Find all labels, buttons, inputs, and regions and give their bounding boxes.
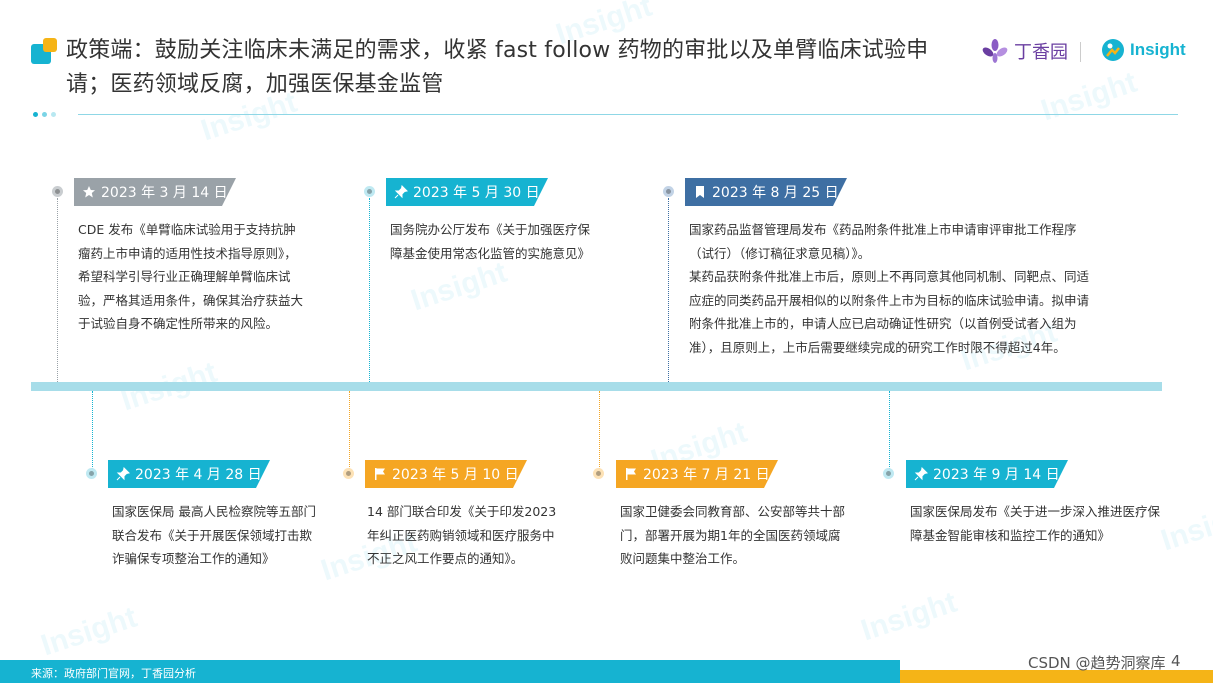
event-description: 国家医保局 最高人民检察院等五部门联合发布《关于开展医保领域打击欺诈骗保专项整治… (112, 504, 316, 566)
timeline-connector (369, 198, 370, 382)
watermark: Insight (857, 585, 961, 648)
star-icon (82, 185, 96, 199)
flower-icon (982, 39, 1008, 63)
event-description: 14 部门联合印发《关于印发2023年纠正医药购销领域和医疗服务中不正之风工作要… (367, 504, 557, 566)
date-tag: 2023 年 7 月 21 日 (616, 460, 778, 488)
event-description-line: 某药品获附条件批准上市后，原则上不再同意其他同机制、同靶点、同适应症的同类药品开… (689, 269, 1090, 355)
timeline-dot (663, 186, 674, 197)
date-tag: 2023 年 4 月 28 日 (108, 460, 270, 488)
brand-divider (1080, 42, 1081, 62)
date-tag: 2023 年 5 月 30 日 (386, 178, 548, 206)
date-label: 2023 年 7 月 21 日 (643, 467, 770, 483)
timeline-dot (86, 468, 97, 479)
insight-icon (1102, 39, 1124, 61)
flag-icon (624, 467, 638, 481)
date-label: 2023 年 5 月 30 日 (413, 185, 540, 201)
date-label: 2023 年 9 月 14 日 (933, 467, 1060, 483)
brand-name: 丁香园 (1014, 42, 1068, 63)
watermark: Insight (1037, 65, 1141, 128)
insight-logo: Insight (1101, 38, 1186, 62)
dingxiang-logo: 丁香园 (982, 38, 1068, 64)
page-title: 政策端：鼓励关注临床未满足的需求，收紧 fast follow 药物的审批以及单… (66, 38, 929, 97)
brand-name: Insight (1130, 40, 1186, 59)
timeline-dot (593, 468, 604, 479)
date-label: 2023 年 5 月 10 日 (392, 467, 519, 483)
watermark: Insight (1157, 495, 1213, 558)
date-tag: 2023 年 9 月 14 日 (906, 460, 1068, 488)
header-dots (33, 112, 56, 117)
event-description: 国务院办公厅发布《关于加强医疗保障基金使用常态化监管的实施意见》 (390, 222, 591, 261)
bookmark-icon (693, 185, 707, 199)
timeline-dot (883, 468, 894, 479)
timeline-connector (889, 391, 890, 469)
pin-icon (116, 467, 130, 481)
timeline-dot (52, 186, 63, 197)
source-note: 来源：政府部门官网，丁香园分析 (31, 667, 196, 680)
date-tag: 2023 年 3 月 14 日 (74, 178, 236, 206)
flag-icon (373, 467, 387, 481)
date-label: 2023 年 4 月 28 日 (135, 467, 262, 483)
csdn-watermark: CSDN @趋势洞察库 (1028, 654, 1166, 672)
pin-icon (394, 185, 408, 199)
event-description: CDE 发布《单臂临床试验用于支持抗肿瘤药上市申请的适用性技术指导原则》，希望科… (78, 222, 304, 331)
timeline-dot (343, 468, 354, 479)
page-number: 4 (1171, 652, 1181, 670)
event-description: 国家药品监督管理局发布《药品附条件批准上市申请审评审批工作程序（试行）（修订稿征… (689, 218, 1099, 359)
event-description-line: 国家药品监督管理局发布《药品附条件批准上市申请审评审批工作程序（试行）（修订稿征… (689, 222, 1077, 261)
timeline-connector (599, 391, 600, 469)
date-tag: 2023 年 5 月 10 日 (365, 460, 527, 488)
timeline-connector (349, 391, 350, 469)
timeline-axis (31, 382, 1162, 391)
timeline-connector (92, 391, 93, 469)
header-divider (78, 114, 1178, 115)
timeline-connector (57, 198, 58, 382)
pin-icon (914, 467, 928, 481)
event-description: 国家医保局发布《关于进一步深入推进医疗保障基金智能审核和监控工作的通知》 (910, 504, 1161, 543)
event-description: 国家卫健委会同教育部、公安部等共十部门，部署开展为期1年的全国医药领域腐败问题集… (620, 504, 846, 566)
date-tag: 2023 年 8 月 25 日 (685, 178, 847, 206)
timeline-dot (364, 186, 375, 197)
date-label: 2023 年 8 月 25 日 (712, 185, 839, 201)
watermark: Insight (407, 255, 511, 318)
date-label: 2023 年 3 月 14 日 (101, 185, 228, 201)
watermark: Insight (37, 600, 141, 663)
section-logo-icon (31, 38, 59, 66)
timeline-connector (668, 198, 669, 382)
